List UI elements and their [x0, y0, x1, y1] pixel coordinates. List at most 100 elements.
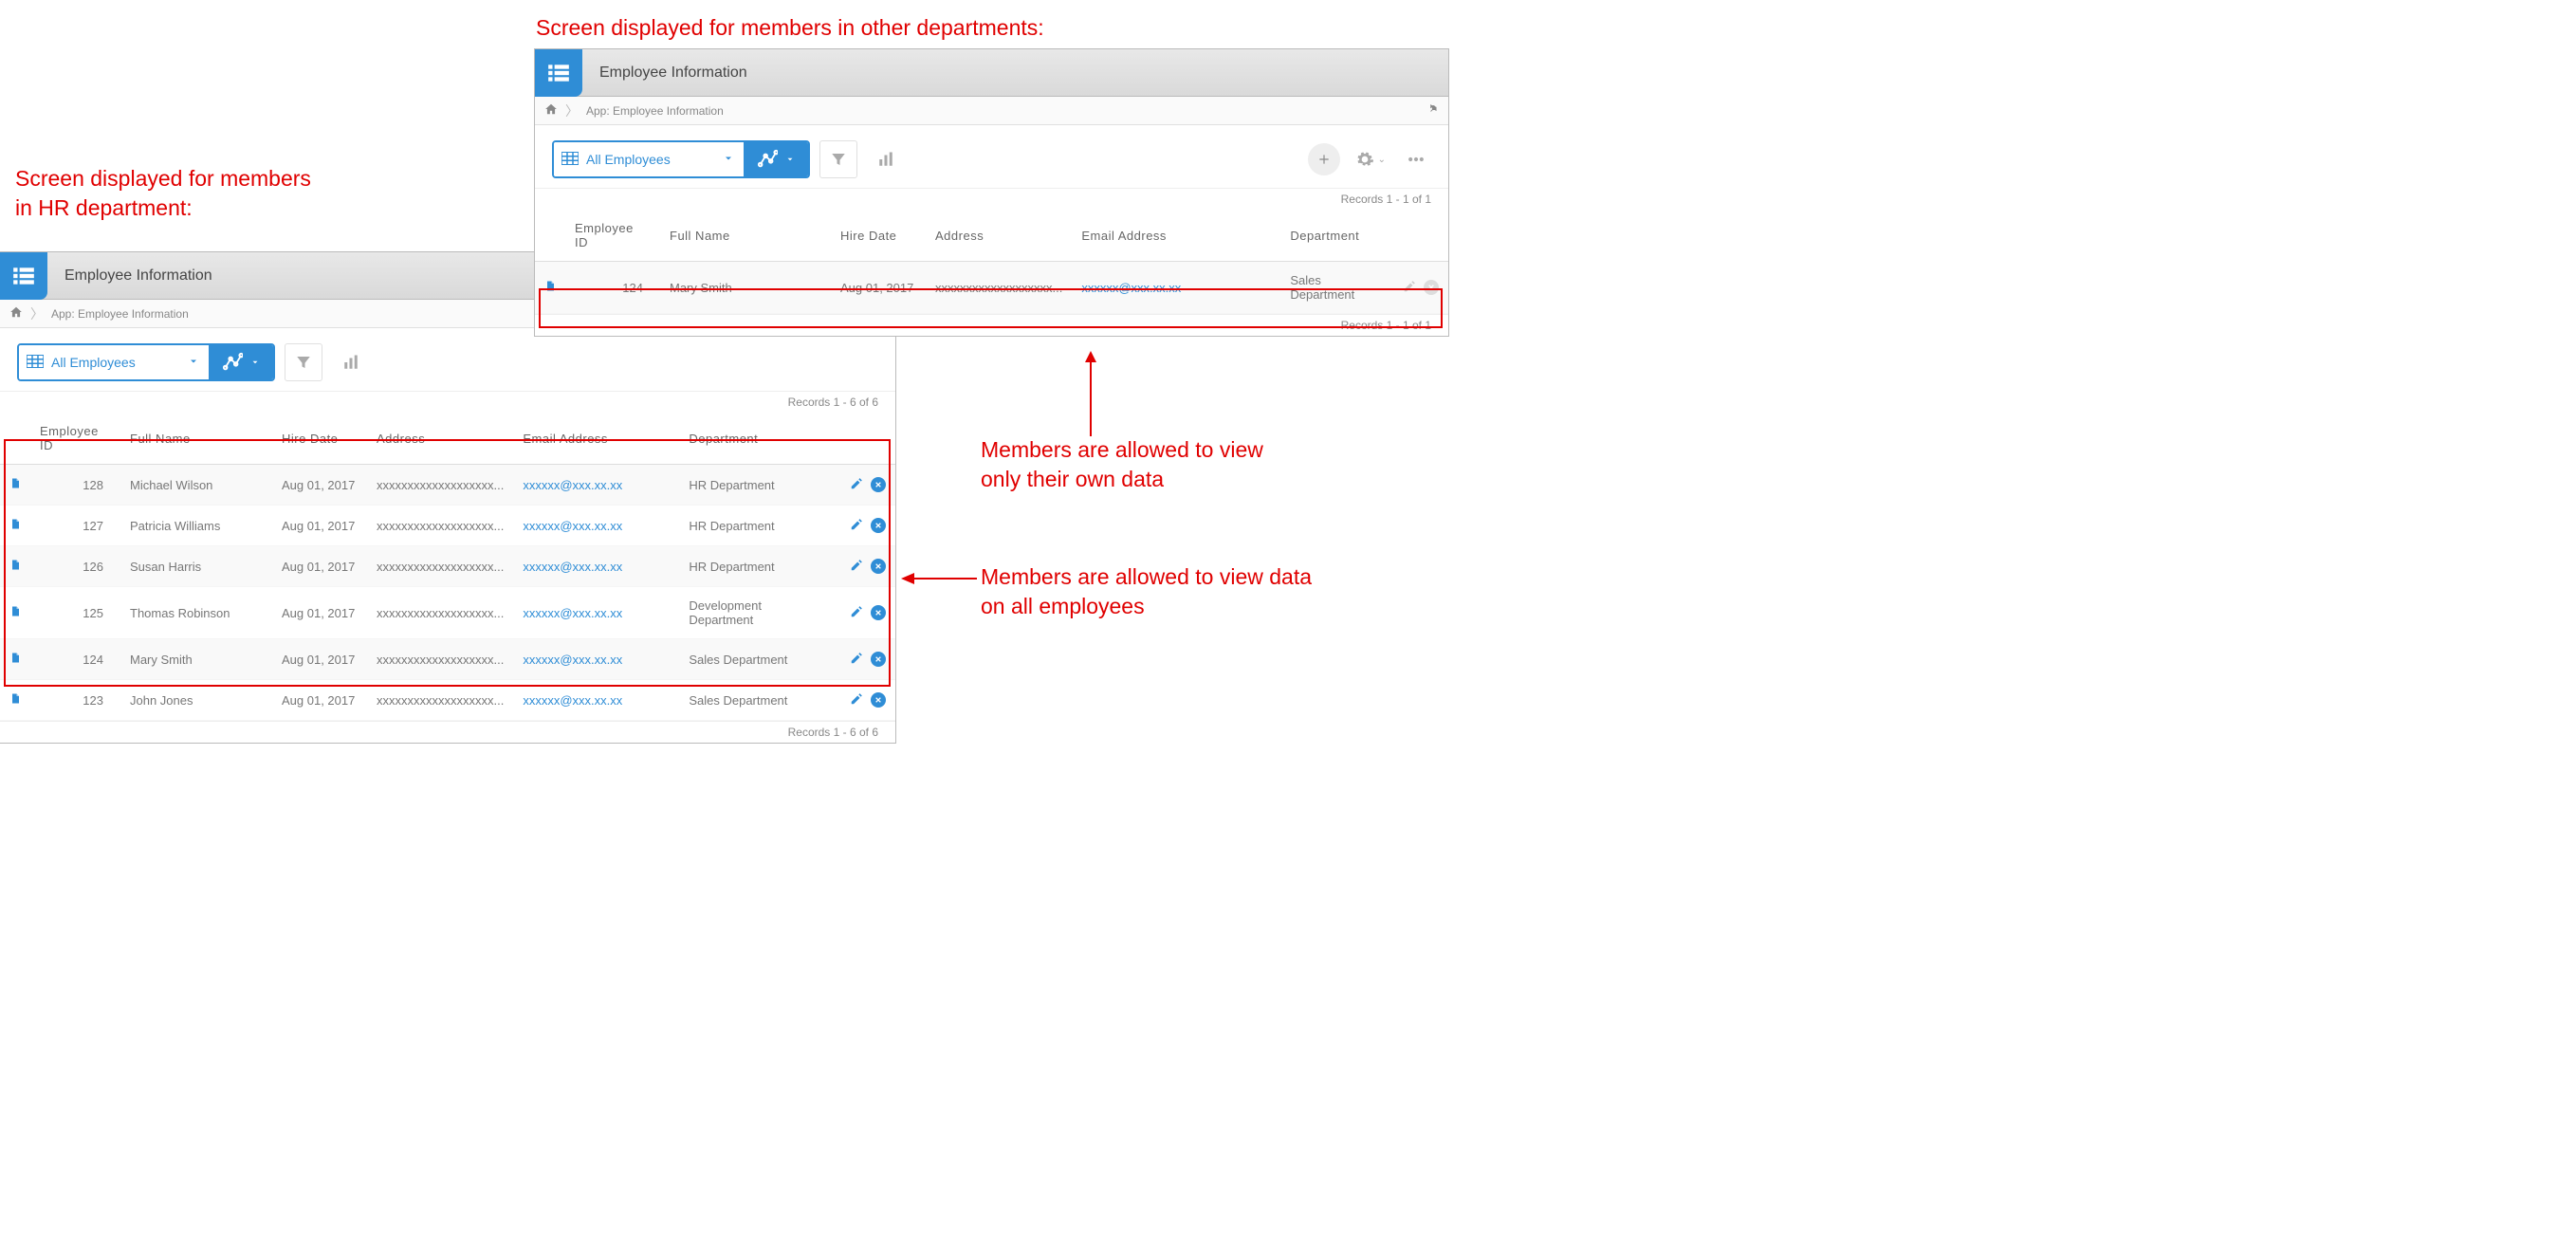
chevron-down-icon	[250, 356, 260, 370]
table-row[interactable]: 127Patricia WilliamsAug 01, 2017xxxxxxxx…	[0, 506, 895, 546]
col-hire[interactable]: Hire Date	[831, 210, 926, 262]
table-row[interactable]: 126Susan HarrisAug 01, 2017xxxxxxxxxxxxx…	[0, 546, 895, 587]
cell-name: Patricia Williams	[120, 506, 272, 546]
row-actions	[848, 652, 886, 668]
cell-address: xxxxxxxxxxxxxxxxxxx...	[367, 506, 513, 546]
email-link[interactable]: xxxxxx@xxx.xx.xx	[523, 560, 622, 574]
table-row[interactable]: 124Mary SmithAug 01, 2017xxxxxxxxxxxxxxx…	[535, 262, 1448, 314]
gear-icon	[1355, 150, 1374, 169]
add-button[interactable]	[1308, 143, 1340, 175]
graph-button[interactable]	[209, 345, 273, 379]
row-actions	[848, 605, 886, 621]
email-link[interactable]: xxxxxx@xxx.xx.xx	[523, 519, 622, 533]
delete-button[interactable]	[871, 652, 886, 667]
email-link[interactable]: xxxxxx@xxx.xx.xx	[523, 478, 622, 492]
cell-id: 124	[30, 639, 120, 680]
cell-hire: Aug 01, 2017	[272, 506, 367, 546]
breadcrumb-text: App: Employee Information	[586, 104, 724, 118]
cell-address: xxxxxxxxxxxxxxxxxxx...	[367, 639, 513, 680]
records-count-top: Records 1 - 6 of 6	[0, 391, 895, 413]
settings-button[interactable]: ⌄	[1350, 150, 1391, 169]
view-select-label: All Employees	[51, 355, 188, 370]
chart-button[interactable]	[867, 140, 905, 178]
col-hire[interactable]: Hire Date	[272, 413, 367, 465]
delete-button[interactable]	[871, 692, 886, 708]
edit-button[interactable]	[850, 477, 863, 493]
edit-button[interactable]	[850, 652, 863, 668]
cell-id: 123	[30, 680, 120, 721]
delete-button	[1424, 280, 1439, 295]
table-row[interactable]: 125Thomas RobinsonAug 01, 2017xxxxxxxxxx…	[0, 587, 895, 639]
home-icon[interactable]	[544, 102, 558, 119]
row-actions	[1401, 280, 1439, 296]
cell-name: John Jones	[120, 680, 272, 721]
row-actions	[848, 559, 886, 575]
chevron-down-icon	[723, 153, 734, 167]
view-select[interactable]: All Employees	[19, 345, 209, 379]
row-actions	[848, 692, 886, 709]
annotation-all-data: Members are allowed to view data on all …	[981, 562, 1312, 621]
col-email[interactable]: Email Address	[1072, 210, 1280, 262]
cell-address: xxxxxxxxxxxxxxxxxxx...	[367, 546, 513, 587]
delete-button[interactable]	[871, 477, 886, 492]
list-icon	[546, 61, 571, 85]
email-link[interactable]: xxxxxx@xxx.xx.xx	[523, 606, 622, 620]
pencil-icon	[850, 692, 863, 706]
cell-dept: Development Department	[679, 587, 838, 639]
col-id[interactable]: Employee ID	[30, 413, 120, 465]
col-dept[interactable]: Department	[679, 413, 838, 465]
table-row[interactable]: 128Michael WilsonAug 01, 2017xxxxxxxxxxx…	[0, 465, 895, 506]
filter-button[interactable]	[819, 140, 857, 178]
cell-hire: Aug 01, 2017	[272, 587, 367, 639]
col-address[interactable]: Address	[367, 413, 513, 465]
close-icon	[1427, 284, 1435, 291]
edit-button[interactable]	[850, 605, 863, 621]
email-link[interactable]: xxxxxx@xxx.xx.xx	[1081, 281, 1181, 295]
email-link[interactable]: xxxxxx@xxx.xx.xx	[523, 693, 622, 708]
graph-icon	[757, 149, 778, 170]
pencil-icon	[850, 477, 863, 490]
col-name[interactable]: Full Name	[120, 413, 272, 465]
cell-dept: Sales Department	[679, 639, 838, 680]
delete-button[interactable]	[871, 605, 886, 620]
cell-dept: HR Department	[679, 465, 838, 506]
pin-button[interactable]	[1427, 103, 1439, 118]
records-count-bottom: Records 1 - 6 of 6	[0, 721, 895, 743]
breadcrumb-text: App: Employee Information	[51, 307, 189, 321]
pencil-icon	[850, 518, 863, 531]
edit-button[interactable]	[850, 692, 863, 709]
bars-icon	[342, 354, 359, 371]
list-icon	[11, 264, 36, 288]
edit-button[interactable]	[850, 559, 863, 575]
cell-id: 125	[30, 587, 120, 639]
table-header-row: Employee ID Full Name Hire Date Address …	[535, 210, 1448, 262]
chart-button[interactable]	[332, 343, 370, 381]
view-select-label: All Employees	[586, 152, 723, 167]
col-address[interactable]: Address	[926, 210, 1072, 262]
row-actions	[848, 477, 886, 493]
email-link[interactable]: xxxxxx@xxx.xx.xx	[523, 653, 622, 667]
more-button[interactable]	[1401, 150, 1431, 169]
cell-id: 128	[30, 465, 120, 506]
cell-id: 127	[30, 506, 120, 546]
home-icon[interactable]	[9, 305, 23, 322]
delete-button[interactable]	[871, 559, 886, 574]
col-dept[interactable]: Department	[1280, 210, 1391, 262]
view-select[interactable]: All Employees	[554, 142, 744, 176]
chevron-down-icon: ⌄	[1378, 155, 1386, 165]
table-row[interactable]: 124Mary SmithAug 01, 2017xxxxxxxxxxxxxxx…	[0, 639, 895, 680]
filter-button[interactable]	[285, 343, 322, 381]
delete-button[interactable]	[871, 518, 886, 533]
table-row[interactable]: 123John JonesAug 01, 2017xxxxxxxxxxxxxxx…	[0, 680, 895, 721]
funnel-icon	[295, 354, 312, 371]
document-icon	[9, 479, 21, 493]
col-id[interactable]: Employee ID	[565, 210, 660, 262]
col-name[interactable]: Full Name	[660, 210, 831, 262]
view-selector-group: All Employees	[17, 343, 275, 381]
close-icon	[874, 481, 882, 488]
annotation-own-data: Members are allowed to view only their o…	[981, 435, 1263, 494]
plus-icon	[1317, 153, 1331, 166]
col-email[interactable]: Email Address	[513, 413, 679, 465]
graph-button[interactable]	[744, 142, 808, 176]
edit-button[interactable]	[850, 518, 863, 534]
